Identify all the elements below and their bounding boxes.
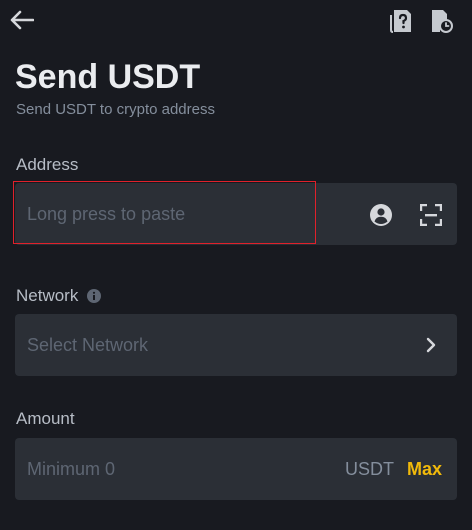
arrow-left-icon (10, 10, 34, 30)
history-document-icon (432, 10, 453, 33)
network-select[interactable]: Select Network (15, 314, 457, 376)
address-label: Address (16, 155, 78, 175)
address-label-text: Address (16, 155, 79, 174)
back-button[interactable] (8, 6, 36, 34)
chevron-right-icon (421, 335, 441, 355)
network-placeholder: Select Network (27, 335, 149, 355)
max-button[interactable]: Max (407, 438, 442, 500)
history-button[interactable] (428, 8, 454, 34)
amount-unit: USDT (345, 459, 394, 479)
amount-input[interactable] (15, 438, 325, 500)
amount-label: Amount (16, 409, 75, 429)
info-icon[interactable] (87, 289, 102, 303)
page-title: Send USDT (15, 58, 201, 96)
address-book-icon (369, 203, 392, 226)
help-document-icon (390, 10, 411, 33)
scan-icon (419, 203, 442, 226)
amount-field: USDT Max (15, 438, 457, 500)
network-label: Network (16, 286, 102, 306)
address-field (13, 181, 457, 245)
amount-label-text: Amount (16, 409, 75, 428)
page-subtitle: Send USDT to crypto address (16, 101, 215, 118)
network-label-text: Network (16, 286, 79, 305)
scan-qr-button[interactable] (418, 202, 443, 227)
address-book-button[interactable] (368, 202, 393, 227)
address-input[interactable] (15, 183, 355, 245)
top-bar (0, 0, 472, 44)
help-button[interactable] (388, 8, 414, 34)
